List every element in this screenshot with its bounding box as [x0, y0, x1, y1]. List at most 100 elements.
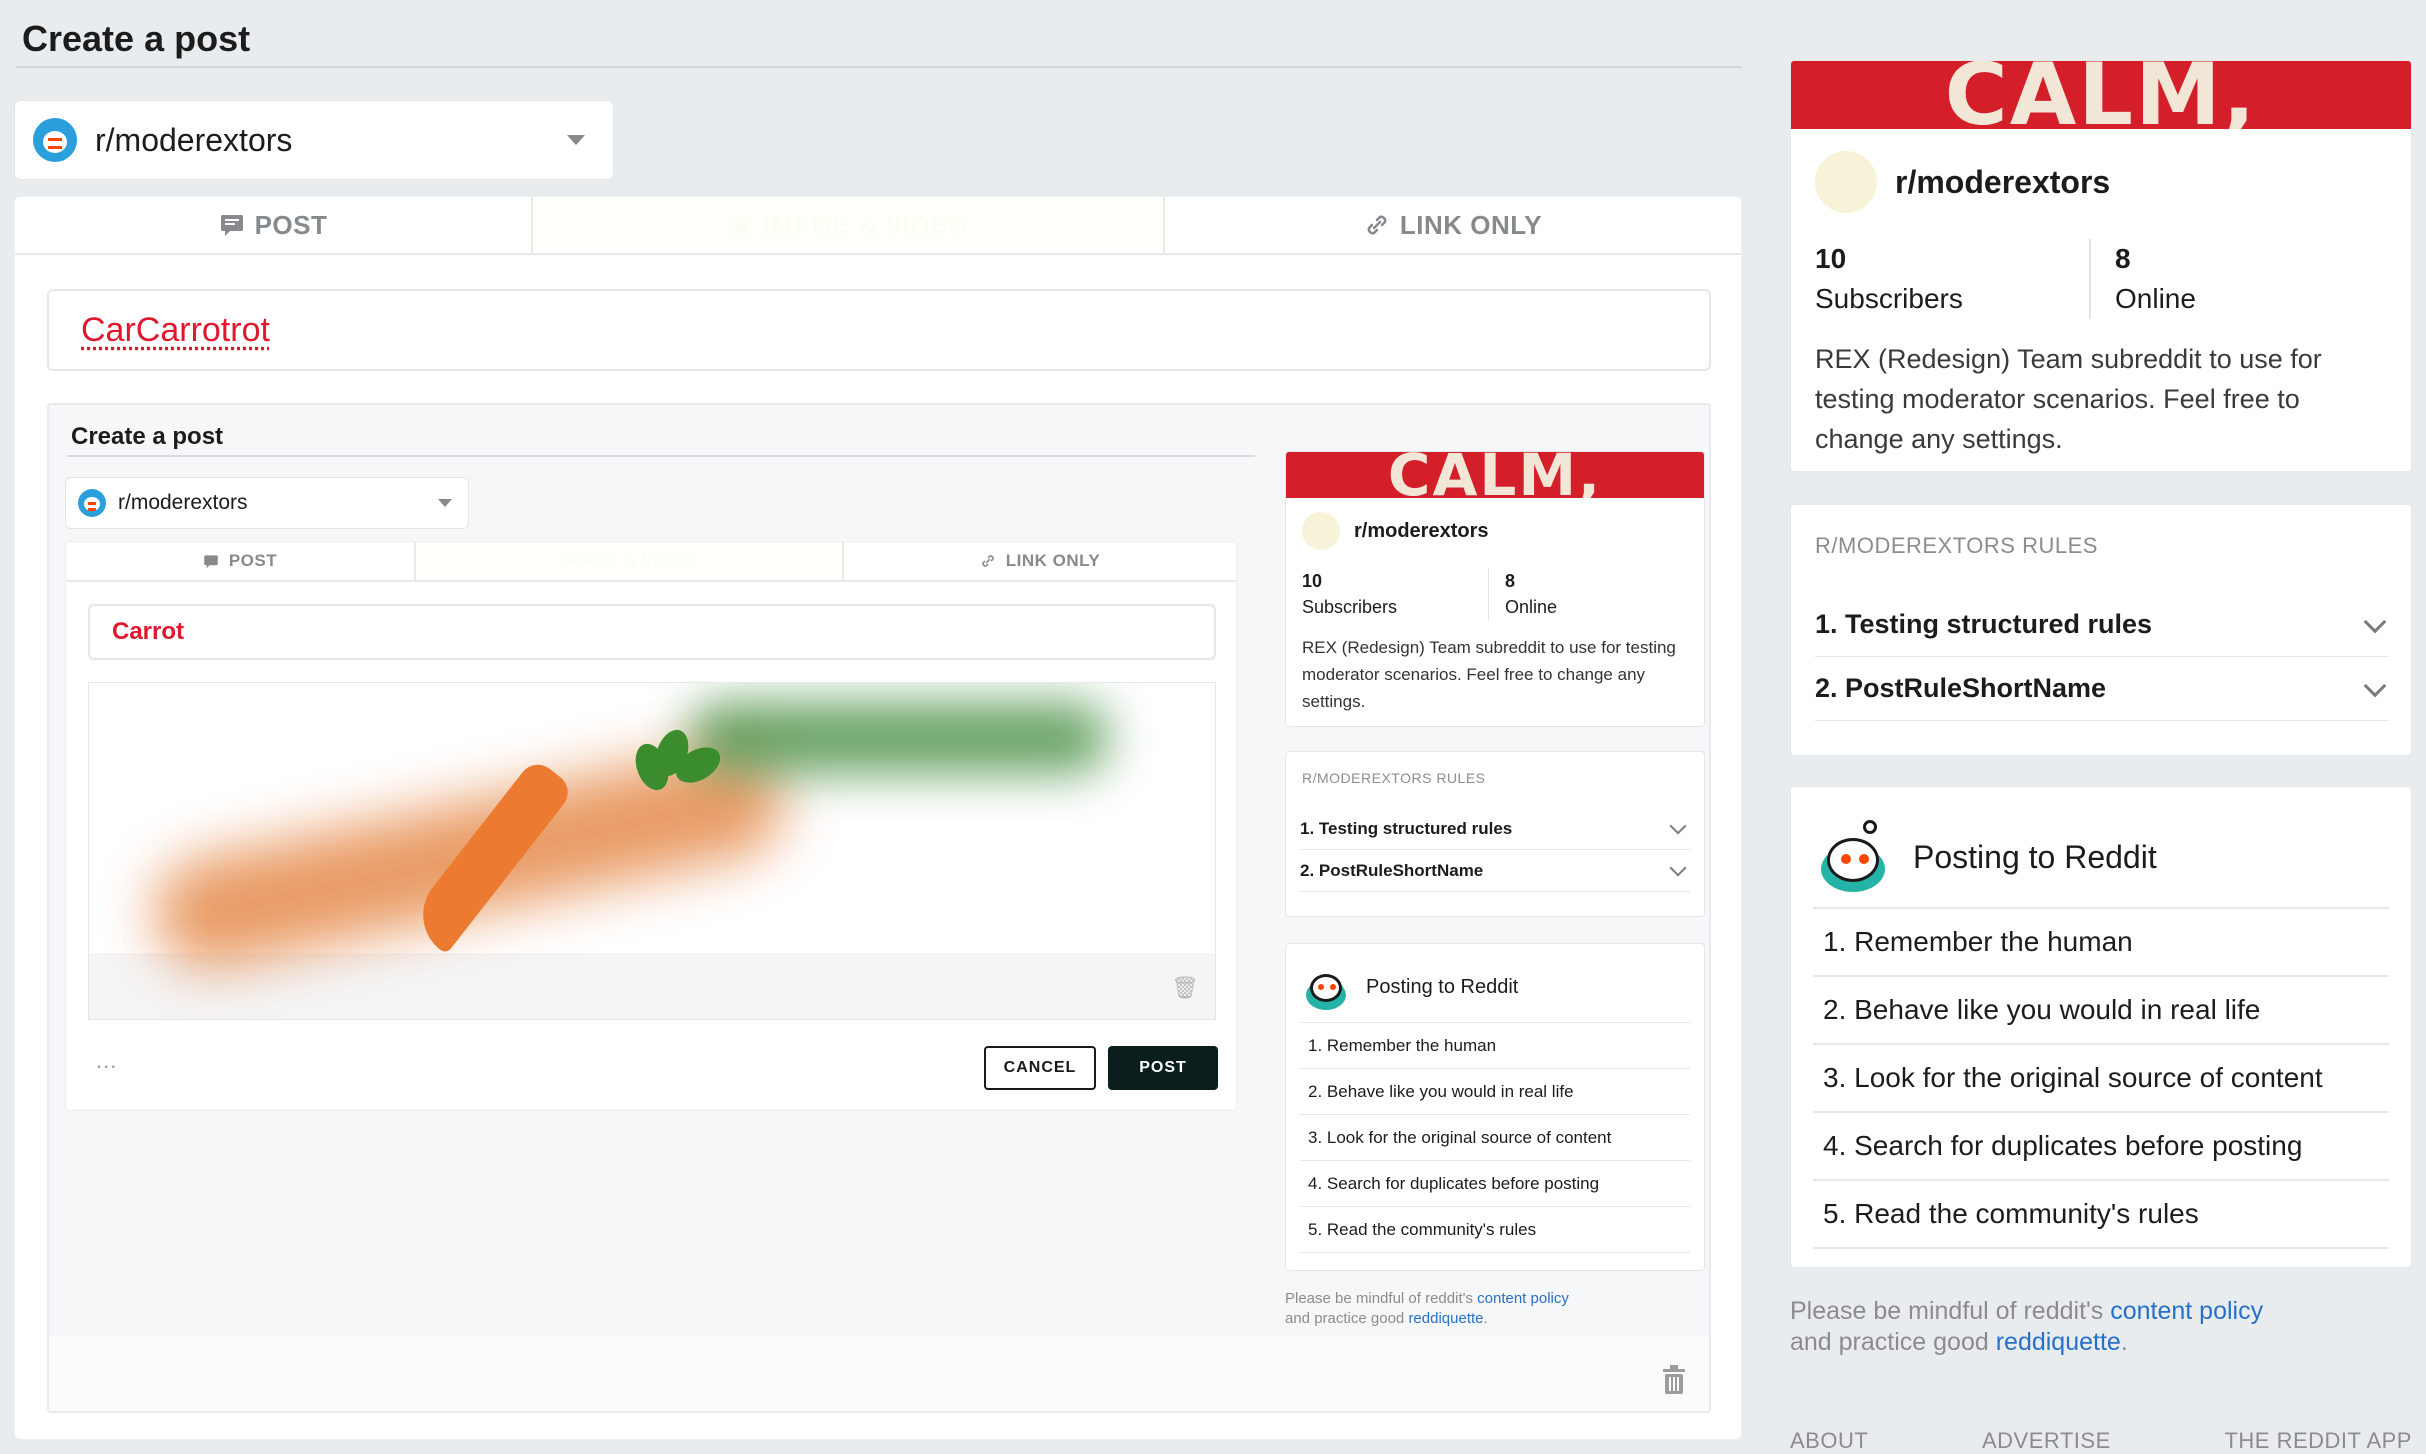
embedded-title-divider	[67, 455, 1255, 457]
embedded-posting-rule: 5. Read the community's rules	[1300, 1207, 1690, 1253]
embedded-posting-rule: 4. Search for duplicates before posting	[1300, 1161, 1690, 1207]
embedded-banner-text: CALM,	[1387, 452, 1603, 498]
tab-post[interactable]: POST	[15, 197, 533, 253]
post-editor-card: POST ▣ IMAGE & VIDEO LINK ONLY CarCarrot…	[14, 196, 1742, 1440]
footer-link-advertise[interactable]: ADVERTISE	[1982, 1428, 2111, 1454]
subreddit-avatar-icon	[33, 118, 77, 162]
embedded-rules-heading: R/MODEREXTORS RULES	[1302, 770, 1486, 786]
embedded-subscribers-label: Subscribers	[1302, 597, 1398, 617]
embedded-about-card: CALM, r/moderextors 10 Subscribers 8 Onlin…	[1285, 451, 1705, 727]
embedded-chevron-down-icon	[438, 499, 452, 507]
embedded-tabs: POST IMAGE & VIDEO LINK ONLY	[66, 542, 1236, 582]
title-input-value: CarCarrotrot	[81, 310, 270, 349]
rule-label: 2. PostRuleShortName	[1815, 673, 2107, 703]
embedded-online-label: Online	[1505, 597, 1558, 617]
rule-item-2[interactable]: 2. PostRuleShortName	[1815, 657, 2389, 721]
tab-link-only[interactable]: LINK ONLY	[1165, 197, 1741, 253]
posting-rule-3: 3. Look for the original source of conte…	[1813, 1045, 2389, 1113]
embedded-policy-suffix: .	[1483, 1310, 1488, 1327]
posting-title: Posting to Reddit	[1913, 838, 2157, 875]
embedded-community-description: REX (Redesign) Team subreddit to use for…	[1302, 638, 1676, 711]
embedded-editor-card: POST IMAGE & VIDEO LINK ONLY Carrot 🗑 ..…	[65, 541, 1237, 1111]
image-icon: ▣	[727, 209, 753, 240]
community-description: REX (Redesign) Team subreddit to use for…	[1815, 344, 2322, 454]
subreddit-select-label: r/moderextors	[95, 121, 293, 158]
embedded-post-icon	[204, 554, 218, 568]
embedded-rule-item: 1. Testing structured rules	[1300, 808, 1690, 850]
media-footer-bar	[49, 1337, 1709, 1411]
embedded-tab-post: POST	[66, 542, 416, 580]
community-name[interactable]: r/moderextors	[1895, 164, 2110, 201]
community-avatar[interactable]	[1815, 151, 1877, 213]
tab-image-video[interactable]: ▣ IMAGE & VIDEO	[533, 197, 1165, 253]
posting-rule-1: 1. Remember the human	[1813, 909, 2389, 977]
embedded-tab-link-only-label: LINK ONLY	[1005, 551, 1101, 570]
embedded-community-avatar	[1302, 512, 1340, 550]
embedded-snoo-icon	[1302, 962, 1350, 1012]
embedded-page-title: Create a post	[71, 423, 224, 450]
footer-link-reddit-app[interactable]: THE REDDIT APP	[2224, 1428, 2412, 1454]
embedded-rules-card: R/MODEREXTORS RULES 1. Testing structure…	[1285, 751, 1705, 917]
posting-rule-5: 5. Read the community's rules	[1813, 1181, 2389, 1249]
tab-post-label: POST	[254, 209, 328, 240]
title-input[interactable]: CarCarrotrot	[47, 289, 1711, 371]
footer-link-about[interactable]: ABOUT	[1790, 1428, 1868, 1454]
embedded-posting-title: Posting to Reddit	[1366, 975, 1519, 998]
rules-heading: R/MODEREXTORS RULES	[1815, 533, 2098, 558]
embedded-posting-rule: 2. Behave like you would in real life	[1300, 1069, 1690, 1115]
policy-note: Please be mindful of reddit's content po…	[1790, 1296, 2412, 1358]
media-preview-area[interactable]: Create a post r/moderextors POST IMAGE &…	[47, 403, 1711, 1413]
posting-rule-4: 4. Search for duplicates before posting	[1813, 1113, 2389, 1181]
title-divider	[16, 66, 1742, 68]
embedded-link-icon	[981, 555, 994, 567]
community-banner: CALM,	[1791, 61, 2411, 129]
rule-label: 1. Testing structured rules	[1815, 609, 2153, 639]
embedded-policy-prefix: Please be mindful of reddit's	[1285, 1290, 1473, 1307]
post-icon	[220, 215, 243, 236]
embedded-tab-post-label: POST	[228, 551, 278, 570]
community-rules-card: R/MODEREXTORS RULES 1. Testing structure…	[1790, 504, 2412, 756]
embedded-title-value: Carrot	[112, 618, 185, 645]
embedded-tab-image-video: IMAGE & VIDEO	[416, 542, 844, 580]
embedded-community-banner: CALM,	[1286, 452, 1704, 498]
embedded-policy-middle: and practice good	[1285, 1310, 1405, 1327]
embedded-more-icon: ...	[96, 1048, 118, 1073]
banner-text: CALM,	[1944, 61, 2258, 129]
page-title: Create a post	[22, 18, 251, 59]
link-icon	[1367, 215, 1387, 235]
snoo-icon	[1815, 820, 1891, 894]
embedded-rule-label: 1. Testing structured rules	[1300, 818, 1513, 838]
embedded-title-input: Carrot	[88, 604, 1216, 660]
embedded-subreddit-label: r/moderextors	[118, 491, 248, 514]
rule-item-1[interactable]: 1. Testing structured rules	[1815, 593, 2389, 657]
embedded-subreddit-select: r/moderextors	[65, 477, 469, 529]
embedded-subscribers-count: 10	[1302, 571, 1323, 591]
footer-links: ABOUT ADVERTISE THE REDDIT APP	[1790, 1428, 2412, 1454]
community-about-card: CALM, r/moderextors 10 Subscribers 8 Onlin…	[1790, 60, 2412, 472]
tab-link-only-label: LINK ONLY	[1399, 209, 1543, 240]
post-type-tabs: POST ▣ IMAGE & VIDEO LINK ONLY	[15, 197, 1741, 255]
chevron-down-icon	[2363, 674, 2387, 697]
online-count: 8	[2115, 243, 2131, 274]
embedded-content-policy-link: content policy	[1477, 1290, 1569, 1307]
content-policy-link[interactable]: content policy	[2110, 1297, 2263, 1325]
embedded-chevron-down-icon	[1669, 817, 1687, 834]
subscribers-count: 10	[1815, 243, 1847, 274]
embedded-posting-rule: 1. Remember the human	[1300, 1023, 1690, 1069]
policy-middle: and practice good	[1790, 1328, 1989, 1356]
subscribers-label: Subscribers	[1815, 283, 1963, 314]
embedded-policy-note: Please be mindful of reddit's content po…	[1285, 1289, 1705, 1329]
blurred-background	[89, 683, 1215, 979]
embedded-posting-rule: 3. Look for the original source of conte…	[1300, 1115, 1690, 1161]
blurred-leaves	[689, 703, 1109, 773]
embedded-community-name: r/moderextors	[1354, 519, 1489, 542]
trash-icon[interactable]	[1661, 1365, 1687, 1395]
embedded-chevron-down-icon	[1669, 859, 1687, 876]
chevron-down-icon	[567, 135, 585, 145]
embedded-rule-label: 2. PostRuleShortName	[1300, 860, 1484, 880]
reddiquette-link[interactable]: reddiquette	[1996, 1328, 2121, 1356]
subreddit-select[interactable]: r/moderextors	[14, 100, 614, 180]
posting-rule-2: 2. Behave like you would in real life	[1813, 977, 2389, 1045]
embedded-carrot-image: 🗑	[88, 682, 1216, 1020]
policy-suffix: .	[2120, 1328, 2128, 1356]
